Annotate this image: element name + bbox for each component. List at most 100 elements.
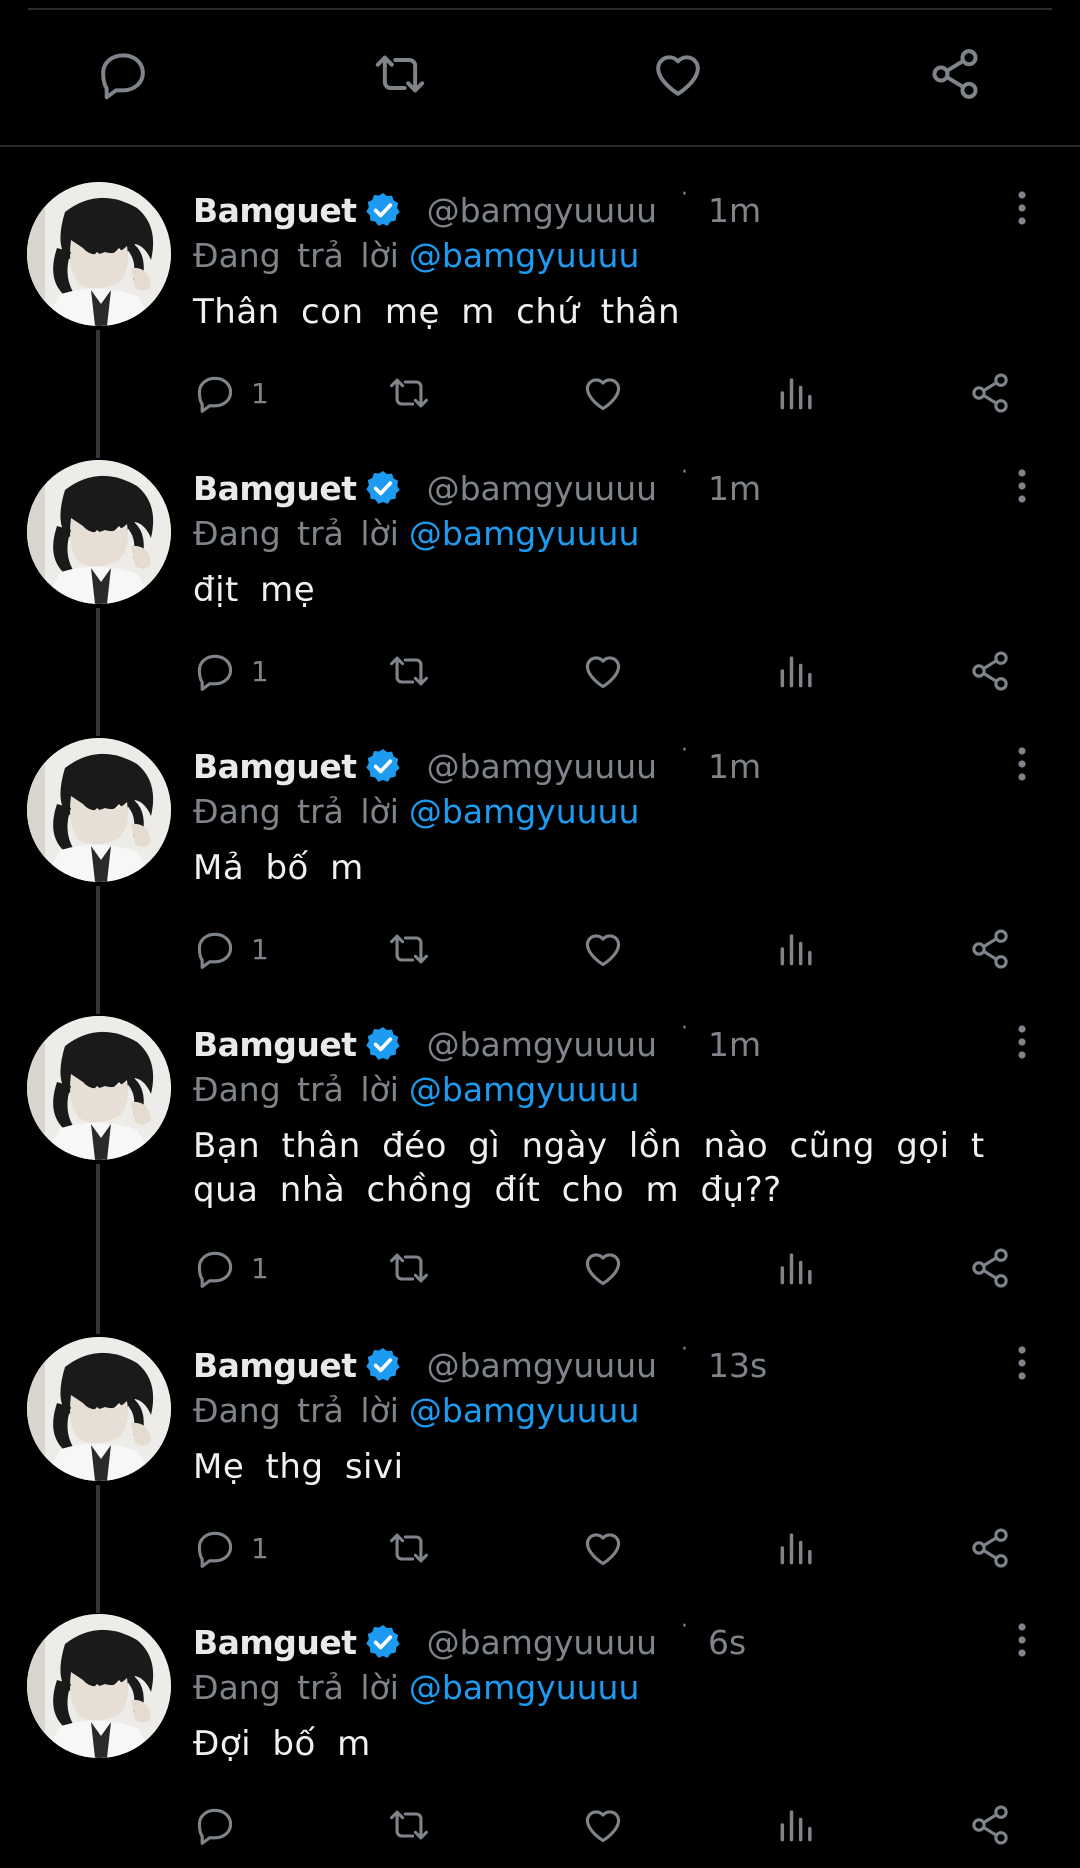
mention-link[interactable]: @bamgyuuuu: [409, 236, 639, 275]
mention-link[interactable]: @bamgyuuuu: [409, 1070, 639, 1109]
reply-button[interactable]: 1: [193, 646, 269, 696]
reply-header: Bamguet @bamgyuuuu · 1m: [193, 460, 761, 512]
replying-label: Đang trả lời: [193, 1667, 399, 1707]
reply-button[interactable]: [93, 44, 153, 104]
more-options-button[interactable]: [1006, 188, 1038, 228]
retweet-button[interactable]: [387, 1243, 431, 1293]
avatar[interactable]: [27, 738, 171, 882]
analytics-button[interactable]: [775, 924, 819, 974]
mention-link[interactable]: @bamgyuuuu: [409, 514, 639, 553]
reply-thread-screen: Bamguet @bamgyuuuu · 1m Đang trả lời @ba…: [0, 0, 1080, 1868]
reply-count: 1: [251, 1531, 269, 1565]
reply-action-bar: 1: [0, 1243, 1080, 1293]
handle[interactable]: @bamgyuuuu: [427, 469, 657, 508]
reply-action-bar: 1: [0, 646, 1080, 696]
like-button[interactable]: [581, 1243, 625, 1293]
reply-button[interactable]: 1: [193, 1523, 269, 1573]
more-options-button[interactable]: [1006, 466, 1038, 506]
handle[interactable]: @bamgyuuuu: [427, 1623, 657, 1662]
comment-icon: [197, 376, 233, 413]
share-button[interactable]: [968, 368, 1012, 418]
avatar[interactable]: [27, 182, 171, 326]
display-name[interactable]: Bamguet: [193, 1346, 357, 1385]
separator-dot: ·: [681, 737, 689, 763]
comment-icon: [197, 1251, 233, 1288]
retweet-button[interactable]: [387, 1523, 431, 1573]
mention-link[interactable]: @bamgyuuuu: [409, 1391, 639, 1430]
replying-to: Đang trả lời @bamgyuuuu: [193, 232, 639, 278]
share-icon: [972, 1248, 1008, 1288]
retweet-icon: [390, 1253, 428, 1283]
like-button[interactable]: [581, 646, 625, 696]
timestamp[interactable]: 1m: [708, 747, 761, 786]
heart-icon: [585, 378, 621, 411]
more-options-button[interactable]: [1006, 1022, 1038, 1062]
separator-dot: ·: [681, 459, 689, 485]
avatar[interactable]: [27, 1016, 171, 1160]
handle[interactable]: @bamgyuuuu: [427, 747, 657, 786]
retweet-button[interactable]: [387, 924, 431, 974]
more-options-button[interactable]: [1006, 1343, 1038, 1383]
replying-label: Đang trả lời: [193, 1390, 399, 1430]
handle[interactable]: @bamgyuuuu: [427, 191, 657, 230]
share-icon: [972, 1805, 1008, 1845]
share-button[interactable]: [968, 924, 1012, 974]
reply-button[interactable]: 1: [193, 368, 269, 418]
more-options-button[interactable]: [1006, 1620, 1038, 1660]
analytics-button[interactable]: [775, 368, 819, 418]
mention-link[interactable]: @bamgyuuuu: [409, 1668, 639, 1707]
retweet-button[interactable]: [387, 646, 431, 696]
like-button[interactable]: [581, 924, 625, 974]
retweet-button[interactable]: [387, 368, 431, 418]
timestamp[interactable]: 1m: [708, 1025, 761, 1064]
share-button[interactable]: [968, 646, 1012, 696]
comment-icon: [197, 932, 233, 969]
reply-header: Bamguet @bamgyuuuu · 6s: [193, 1614, 746, 1666]
reply-count: 1: [251, 1251, 269, 1285]
like-button[interactable]: [581, 1523, 625, 1573]
share-button[interactable]: [968, 1523, 1012, 1573]
analytics-button[interactable]: [775, 1523, 819, 1573]
more-vertical-icon: [1018, 747, 1026, 781]
display-name[interactable]: Bamguet: [193, 1025, 357, 1064]
analytics-button[interactable]: [775, 646, 819, 696]
share-button[interactable]: [925, 44, 985, 104]
timestamp[interactable]: 1m: [708, 469, 761, 508]
retweet-button[interactable]: [370, 44, 430, 104]
mention-link[interactable]: @bamgyuuuu: [409, 792, 639, 831]
heart-icon: [585, 934, 621, 967]
retweet-button[interactable]: [387, 1800, 431, 1850]
timestamp[interactable]: 13s: [708, 1346, 767, 1385]
retweet-icon: [390, 1533, 428, 1563]
avatar[interactable]: [27, 1614, 171, 1758]
share-button[interactable]: [968, 1800, 1012, 1850]
analytics-button[interactable]: [775, 1243, 819, 1293]
like-button[interactable]: [581, 368, 625, 418]
like-button[interactable]: [581, 1800, 625, 1850]
avatar[interactable]: [27, 1337, 171, 1481]
reply-button[interactable]: 1: [193, 1243, 269, 1293]
display-name[interactable]: Bamguet: [193, 1623, 357, 1662]
timestamp[interactable]: 1m: [708, 191, 761, 230]
handle[interactable]: @bamgyuuuu: [427, 1025, 657, 1064]
analytics-button[interactable]: [775, 1800, 819, 1850]
display-name[interactable]: Bamguet: [193, 747, 357, 786]
share-button[interactable]: [968, 1243, 1012, 1293]
reply-button[interactable]: [193, 1800, 251, 1850]
separator-dot: ·: [681, 181, 689, 207]
retweet-icon: [390, 934, 428, 964]
retweet-icon: [390, 656, 428, 686]
more-options-button[interactable]: [1006, 744, 1038, 784]
separator-dot: ·: [681, 1015, 689, 1041]
handle[interactable]: @bamgyuuuu: [427, 1346, 657, 1385]
reply-button[interactable]: 1: [193, 924, 269, 974]
timestamp[interactable]: 6s: [708, 1623, 746, 1662]
avatar[interactable]: [27, 460, 171, 604]
like-button[interactable]: [648, 44, 708, 104]
reply-header: Bamguet @bamgyuuuu · 13s: [193, 1337, 767, 1389]
verified-badge-icon: [365, 1027, 400, 1060]
display-name[interactable]: Bamguet: [193, 191, 357, 230]
display-name[interactable]: Bamguet: [193, 469, 357, 508]
reply-text: Thân con mẹ m chứ thân: [193, 292, 680, 332]
share-icon: [972, 651, 1008, 691]
